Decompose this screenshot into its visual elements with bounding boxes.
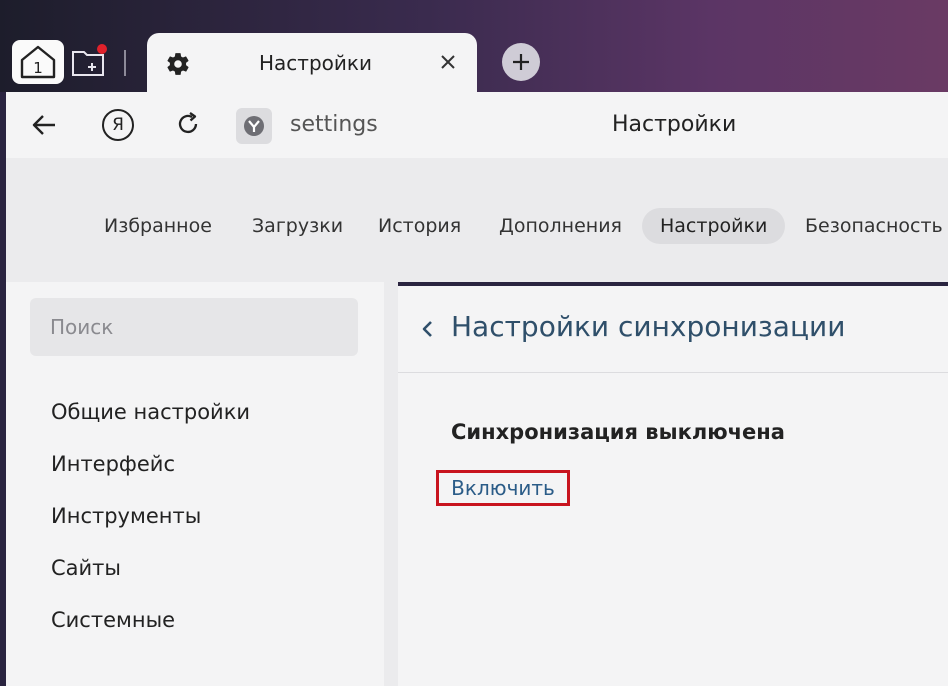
page-title: Настройки — [612, 112, 737, 137]
back-arrow-icon[interactable] — [30, 112, 58, 138]
sidebar-item-tools[interactable]: Инструменты — [51, 504, 201, 528]
yandex-button[interactable]: Я — [102, 109, 134, 141]
tab-settings-active[interactable]: Настройки — [642, 208, 786, 244]
sync-status: Синхронизация выключена — [451, 420, 785, 444]
close-icon[interactable] — [437, 51, 459, 73]
gear-icon — [167, 53, 189, 75]
tab-title: Настройки — [259, 51, 372, 75]
tab-strip: 1 Настройки — [0, 0, 948, 95]
tab-history[interactable]: История — [360, 208, 479, 244]
section-title: Настройки синхронизации — [451, 310, 846, 343]
tab-settings[interactable]: Настройки — [147, 33, 477, 95]
tab-separator — [124, 50, 126, 76]
site-info-button[interactable] — [236, 108, 272, 144]
home-badge: 1 — [33, 59, 43, 77]
tab-extensions[interactable]: Дополнения — [481, 208, 640, 244]
tab-security[interactable]: Безопасность — [787, 208, 948, 244]
content-header: Настройки синхронизации — [398, 286, 948, 373]
reload-icon[interactable] — [174, 110, 202, 138]
sidebar-divider — [384, 282, 398, 686]
search-box — [30, 298, 358, 356]
settings-content: Настройки синхронизации Синхронизация вы… — [398, 286, 948, 686]
new-tab-button[interactable] — [502, 43, 540, 81]
settings-sidebar: Общие настройки Интерфейс Инструменты Са… — [6, 282, 384, 686]
navigation-bar: Я settings Настройки — [6, 92, 948, 159]
new-folder-icon — [72, 44, 107, 76]
tab-downloads[interactable]: Загрузки — [234, 208, 361, 244]
chevron-left-icon[interactable] — [420, 319, 434, 339]
home-button[interactable]: 1 — [12, 40, 64, 84]
search-input[interactable] — [30, 298, 358, 356]
sidebar-item-general[interactable]: Общие настройки — [51, 400, 250, 424]
settings-top-nav: Избранное Загрузки История Дополнения На… — [6, 158, 948, 282]
address-bar[interactable]: settings — [290, 112, 378, 137]
home-icon: 1 — [20, 45, 56, 79]
browser-shield-icon — [244, 116, 264, 136]
notification-dot — [97, 44, 107, 54]
new-tab-group-button[interactable] — [70, 44, 110, 80]
yandex-icon: Я — [112, 115, 124, 135]
sidebar-item-interface[interactable]: Интерфейс — [51, 452, 175, 476]
tab-favorites[interactable]: Избранное — [86, 208, 230, 244]
enable-sync-link[interactable]: Включить — [436, 470, 570, 506]
sidebar-item-system[interactable]: Системные — [51, 608, 175, 632]
plus-icon — [513, 54, 529, 70]
sidebar-item-sites[interactable]: Сайты — [51, 556, 121, 580]
